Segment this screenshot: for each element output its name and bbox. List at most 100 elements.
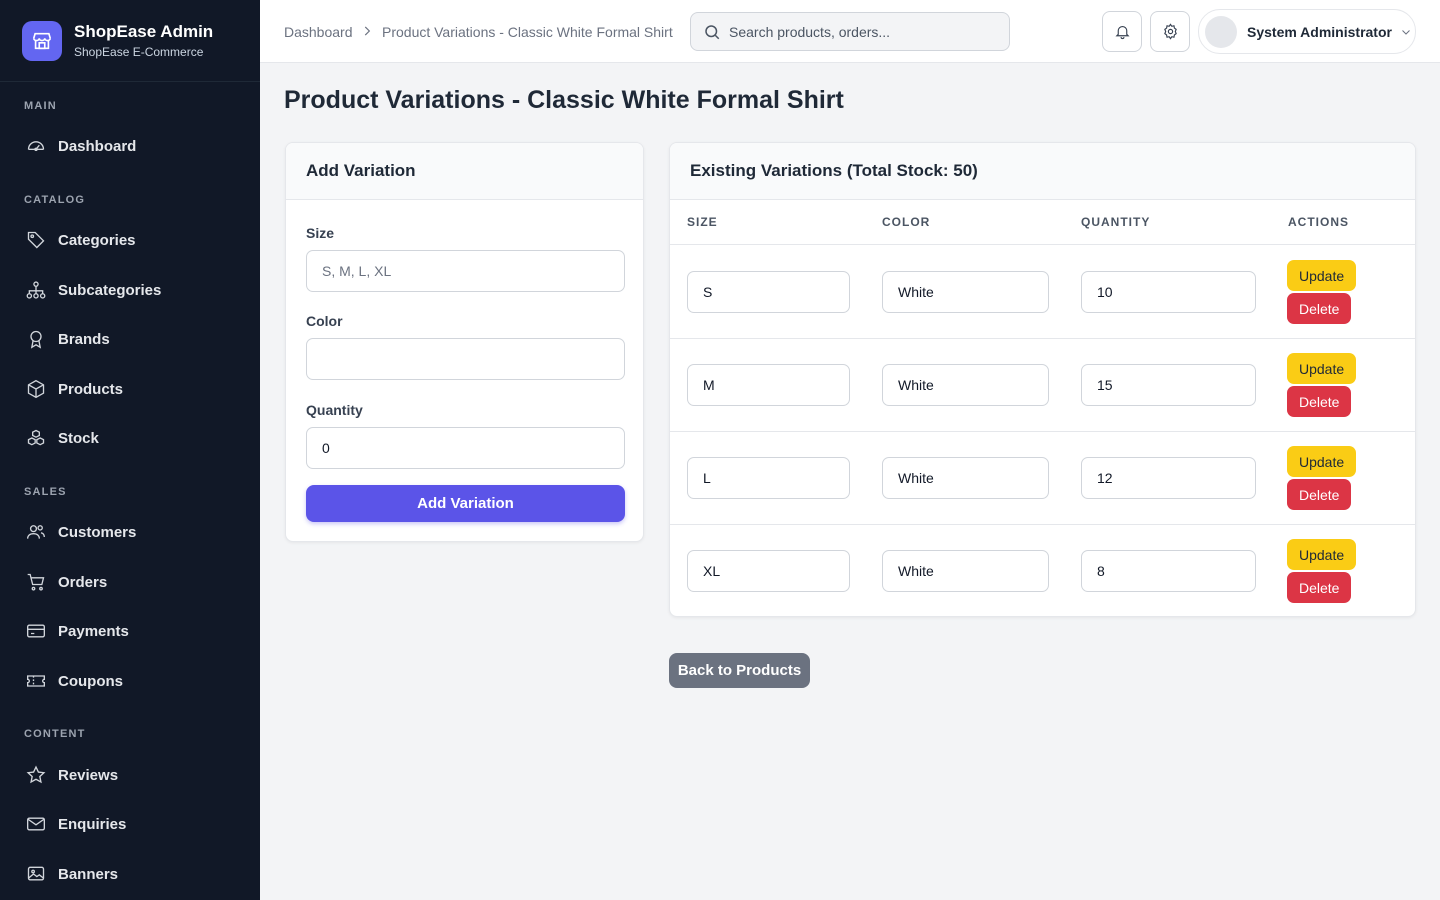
- delete-button[interactable]: Delete: [1287, 386, 1352, 417]
- cart-icon: [27, 573, 45, 591]
- sidebar-item-products[interactable]: Products: [0, 369, 260, 409]
- user-menu-button[interactable]: System Administrator: [1198, 9, 1416, 54]
- row-color-field[interactable]: [882, 364, 1049, 406]
- sidebar-item-banners[interactable]: Banners: [0, 854, 260, 894]
- sidebar-item-reviews[interactable]: Reviews: [0, 755, 260, 795]
- gauge-icon: [27, 141, 45, 152]
- table-row: Update Delete: [670, 339, 1415, 432]
- sidebar-item-brands[interactable]: Brands: [0, 319, 260, 359]
- sidebar-item-enquiries[interactable]: Enquiries: [0, 804, 260, 844]
- sidebar-item-label: Products: [58, 380, 124, 398]
- sidebar-item-dashboard[interactable]: Dashboard: [0, 126, 260, 166]
- color-label: Color: [306, 313, 343, 329]
- brand[interactable]: ShopEase Admin ShopEase E-Commerce: [0, 0, 260, 82]
- sidebar-item-label: Dashboard: [58, 137, 137, 155]
- nav-section-main: MAIN: [24, 100, 57, 112]
- sidebar-item-label: Stock: [58, 429, 99, 447]
- delete-button[interactable]: Delete: [1287, 479, 1352, 510]
- envelope-icon: [27, 817, 45, 831]
- row-size-field[interactable]: [687, 550, 850, 592]
- tag-icon: [27, 231, 45, 249]
- nav-section-catalog: CATALOG: [24, 194, 86, 206]
- add-variation-heading: Add Variation: [286, 143, 643, 200]
- box-icon: [27, 379, 45, 399]
- row-quantity-field[interactable]: [1081, 271, 1256, 313]
- chevron-right-icon: [364, 26, 371, 36]
- sidebar-item-label: Subcategories: [58, 281, 162, 299]
- table-row: Update Delete: [670, 432, 1415, 525]
- sidebar: ShopEase Admin ShopEase E-Commerce MAIN …: [0, 0, 260, 900]
- back-to-products-button[interactable]: Back to Products: [669, 653, 810, 688]
- sidebar-item-label: Enquiries: [58, 815, 127, 833]
- update-button[interactable]: Update: [1287, 446, 1357, 477]
- sidebar-item-orders[interactable]: Orders: [0, 562, 260, 602]
- sidebar-item-categories[interactable]: Categories: [0, 220, 260, 260]
- add-variation-card: Add Variation Size Color Quantity Add Va…: [285, 142, 644, 542]
- existing-variations-heading: Existing Variations (Total Stock: 50): [670, 143, 1415, 200]
- gear-icon: [1163, 23, 1177, 40]
- sidebar-item-label: Reviews: [58, 766, 119, 784]
- update-button[interactable]: Update: [1287, 260, 1357, 291]
- chevron-down-icon: [1402, 29, 1410, 35]
- users-icon: [27, 525, 45, 539]
- sitemap-icon: [26, 281, 46, 299]
- ticket-icon: [27, 675, 45, 687]
- breadcrumb: Dashboard: [284, 0, 353, 63]
- row-quantity-field[interactable]: [1081, 457, 1256, 499]
- column-header-color: COLOR: [882, 215, 931, 229]
- row-color-field[interactable]: [882, 271, 1049, 313]
- award-icon: [30, 330, 42, 349]
- table-row: Update Delete: [670, 246, 1415, 339]
- breadcrumb-home-link[interactable]: Dashboard: [284, 24, 353, 40]
- row-quantity-field[interactable]: [1081, 550, 1256, 592]
- search-input[interactable]: [729, 23, 999, 40]
- row-quantity-field[interactable]: [1081, 364, 1256, 406]
- delete-button[interactable]: Delete: [1287, 572, 1352, 603]
- size-field[interactable]: [306, 250, 625, 292]
- sidebar-item-label: Brands: [58, 330, 110, 348]
- existing-variations-card: Existing Variations (Total Stock: 50) SI…: [669, 142, 1416, 617]
- size-label: Size: [306, 225, 335, 241]
- nav-section-content: CONTENT: [24, 728, 86, 740]
- credit-card-icon: [27, 624, 45, 638]
- sidebar-item-coupons[interactable]: Coupons: [0, 661, 260, 701]
- user-name: System Administrator: [1247, 23, 1392, 40]
- table-row: Update Delete: [670, 525, 1415, 616]
- sidebar-item-customers[interactable]: Customers: [0, 512, 260, 552]
- quantity-field[interactable]: [306, 427, 625, 469]
- update-button[interactable]: Update: [1287, 353, 1357, 384]
- column-header-actions: ACTIONS: [1288, 215, 1349, 229]
- color-field[interactable]: [306, 338, 625, 380]
- sidebar-item-label: Coupons: [58, 672, 123, 690]
- row-size-field[interactable]: [687, 271, 850, 313]
- breadcrumb-current: Product Variations - Classic White Forma…: [382, 23, 673, 40]
- top-header: Dashboard Product Variations - Classic W…: [260, 0, 1440, 63]
- row-color-field[interactable]: [882, 457, 1049, 499]
- sidebar-item-label: Categories: [58, 231, 136, 249]
- row-size-field[interactable]: [687, 457, 850, 499]
- sidebar-item-subcategories[interactable]: Subcategories: [0, 270, 260, 310]
- star-icon: [26, 765, 46, 784]
- add-variation-button[interactable]: Add Variation: [306, 485, 625, 522]
- settings-button[interactable]: [1150, 11, 1190, 52]
- row-color-field[interactable]: [882, 550, 1049, 592]
- search-bar[interactable]: [690, 12, 1010, 51]
- store-icon: [22, 20, 62, 61]
- avatar: [1205, 15, 1237, 48]
- quantity-label: Quantity: [306, 402, 363, 418]
- sidebar-item-label: Customers: [58, 523, 137, 541]
- delete-button[interactable]: Delete: [1287, 293, 1352, 324]
- column-header-quantity: QUANTITY: [1081, 215, 1151, 229]
- bell-icon: [1114, 25, 1130, 40]
- sidebar-item-label: Banners: [58, 865, 119, 883]
- nav-section-sales: SALES: [24, 486, 67, 498]
- notifications-button[interactable]: [1102, 11, 1142, 52]
- image-icon: [27, 866, 45, 881]
- brand-subtitle: ShopEase E-Commerce: [74, 45, 204, 59]
- column-header-size: SIZE: [687, 215, 718, 229]
- search-icon: [705, 24, 720, 39]
- update-button[interactable]: Update: [1287, 539, 1357, 570]
- row-size-field[interactable]: [687, 364, 850, 406]
- sidebar-item-payments[interactable]: Payments: [0, 611, 260, 651]
- sidebar-item-stock[interactable]: Stock: [0, 418, 260, 458]
